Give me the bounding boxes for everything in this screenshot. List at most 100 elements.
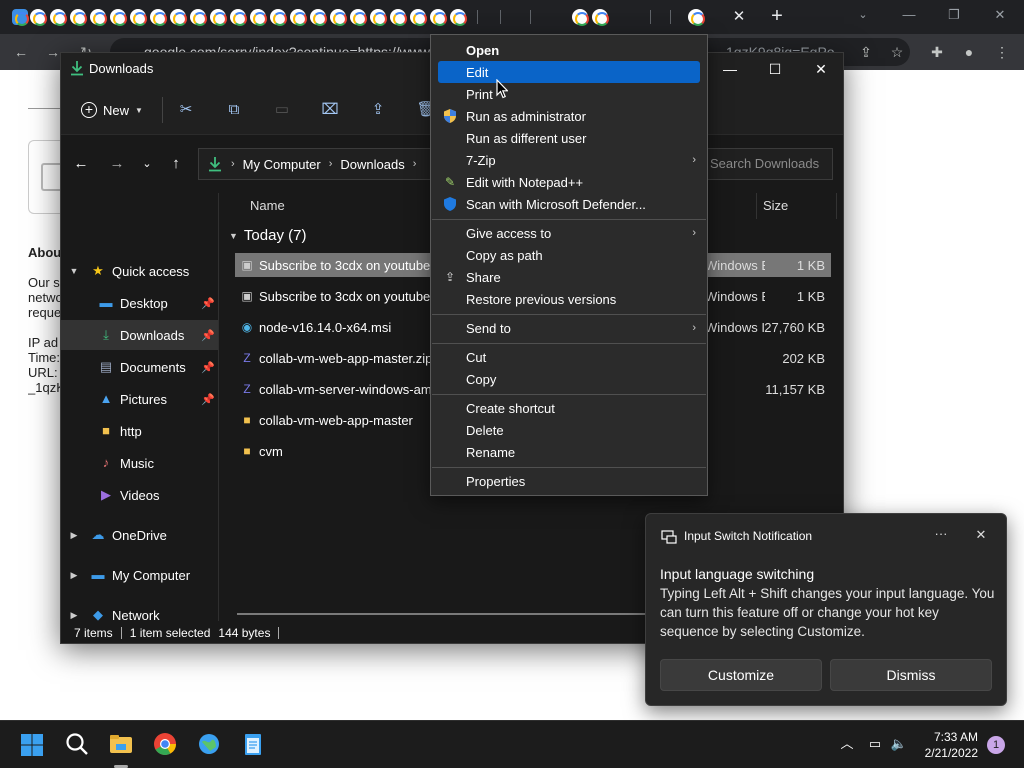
close-tab-icon[interactable]: ✕ [731,8,747,26]
menu-item-print[interactable]: Print [438,83,700,105]
display-icon[interactable]: ▭ [866,735,884,753]
chevron-right-icon[interactable]: ▶ [69,570,79,581]
start-windows-icon[interactable] [20,733,44,757]
menu-item-copy[interactable]: Copy [438,368,700,390]
group-header-today[interactable]: ▼ Today (7) [229,227,306,244]
menu-item-run-as-administrator[interactable]: Run as administrator [438,105,700,127]
menu-kebab-icon[interactable]: ⋮ [993,43,1011,61]
google-tab-icon[interactable] [90,9,107,26]
google-tab-icon[interactable] [50,9,67,26]
profile-avatar-icon[interactable]: ● [960,43,978,61]
rename-icon[interactable]: ⌧ [318,99,342,121]
google-tab-icon[interactable] [210,9,227,26]
share-icon[interactable]: ⇪ [366,99,390,121]
google-tab-icon[interactable] [350,9,367,26]
menu-item-edit-with-notepad[interactable]: ✎ Edit with Notepad++ [438,171,700,193]
customize-button[interactable]: Customize [660,659,822,691]
sidebar-item-downloads[interactable]: ⤓ Downloads 📌 [61,320,218,350]
sidebar-item-desktop[interactable]: ▬ Desktop 📌 [61,288,218,318]
minimize-icon[interactable]: — [716,57,744,81]
menu-item-share[interactable]: ⇪ Share [438,266,700,288]
search-input[interactable]: Search Downloads [701,148,833,180]
minimize-icon[interactable]: — [898,4,920,26]
sidebar-item-onedrive[interactable]: ▶ ☁ OneDrive [61,520,218,550]
notification-count-badge[interactable]: 1 [987,736,1005,754]
menu-item-send-to[interactable]: Send to › [438,317,700,339]
back-icon[interactable]: ← [70,153,92,175]
google-tab-icon[interactable] [190,9,207,26]
google-tab-icon[interactable] [30,9,47,26]
google-tab-icon[interactable] [688,9,705,26]
close-window-icon[interactable]: ✕ [989,4,1011,26]
google-tab-icon[interactable] [150,9,167,26]
google-tab-icon[interactable] [370,9,387,26]
menu-item-delete[interactable]: Delete [438,419,700,441]
menu-item-7zip[interactable]: 7-Zip › [438,149,700,171]
google-tab-icon[interactable] [270,9,287,26]
breadcrumb-my-computer[interactable]: My Computer [243,157,321,172]
menu-item-properties[interactable]: Properties [438,470,700,492]
more-options-icon[interactable]: ··· [932,524,950,544]
dismiss-button[interactable]: Dismiss [830,659,992,691]
horizontal-scrollbar[interactable] [237,613,657,615]
menu-item-rename[interactable]: Rename [438,441,700,463]
close-icon[interactable]: ✕ [973,526,989,544]
chevron-down-icon[interactable]: ▼ [69,266,79,276]
breadcrumb-downloads[interactable]: Downloads [340,157,404,172]
cut-icon[interactable]: ✂ [174,99,198,121]
google-tab-icon[interactable] [170,9,187,26]
menu-item-copy-as-path[interactable]: Copy as path [438,244,700,266]
google-tab-icon[interactable] [290,9,307,26]
google-tab-icon[interactable] [130,9,147,26]
notepad-icon[interactable] [240,731,266,757]
column-header-size[interactable]: Size [763,198,788,213]
file-explorer-icon[interactable] [108,731,134,757]
menu-item-scan-with-defender[interactable]: Scan with Microsoft Defender... [438,193,700,215]
sidebar-item-pictures[interactable]: ▲ Pictures 📌 [61,384,218,414]
google-tab-icon[interactable] [592,9,609,26]
volume-icon[interactable]: 🔈 [890,735,908,753]
maximize-icon[interactable]: ☐ [761,57,789,81]
google-tab-icon[interactable] [330,9,347,26]
google-tab-icon[interactable] [572,9,589,26]
restore-icon[interactable]: ❐ [943,4,965,26]
google-tab-icon[interactable] [230,9,247,26]
menu-item-create-shortcut[interactable]: Create shortcut [438,397,700,419]
system-clock[interactable]: 7:33 AM 2/21/2022 [910,729,978,761]
copy-icon[interactable]: ⧉ [222,99,246,121]
chrome-icon[interactable] [152,731,178,757]
chevron-right-icon[interactable]: ▶ [69,530,79,541]
menu-item-run-as-different-user[interactable]: Run as different user [438,127,700,149]
google-tab-icon[interactable] [410,9,427,26]
menu-item-restore-previous-versions[interactable]: Restore previous versions [438,288,700,310]
google-tab-icon[interactable] [70,9,87,26]
sidebar-item-my-computer[interactable]: ▶ ▬ My Computer [61,560,218,590]
paste-icon[interactable]: ▭ [270,99,294,121]
address-bar[interactable]: › My Computer › Downloads › [198,148,448,180]
google-tab-icon[interactable] [110,9,127,26]
column-header-name[interactable]: Name [250,198,285,213]
menu-item-open[interactable]: Open [438,39,700,61]
google-tab-icon[interactable] [310,9,327,26]
sidebar-item-documents[interactable]: ▤ Documents 📌 [61,352,218,382]
tab-search-icon[interactable]: ⌄ [855,7,871,23]
network-app-icon[interactable] [196,731,222,757]
google-tab-icon[interactable] [390,9,407,26]
column-divider[interactable] [836,193,837,219]
new-button[interactable]: + New ▼ [73,97,151,123]
menu-item-cut[interactable]: Cut [438,346,700,368]
sidebar-item-videos[interactable]: ▶ Videos [61,480,218,510]
bookmark-star-icon[interactable]: ☆ [888,43,906,61]
sidebar-item-music[interactable]: ♪ Music [61,448,218,478]
up-icon[interactable]: ↑ [165,153,187,175]
share-icon[interactable]: ⇪ [857,43,875,61]
google-tab-icon[interactable] [450,9,467,26]
menu-item-edit[interactable]: Edit [438,61,700,83]
close-icon[interactable]: ✕ [807,57,835,81]
google-tab-icon[interactable] [250,9,267,26]
chevron-right-icon[interactable]: ▶ [69,610,79,621]
column-divider[interactable] [756,193,757,219]
profile-icon[interactable] [12,9,29,26]
extensions-icon[interactable]: ✚ [928,43,946,61]
google-tab-icon[interactable] [430,9,447,26]
